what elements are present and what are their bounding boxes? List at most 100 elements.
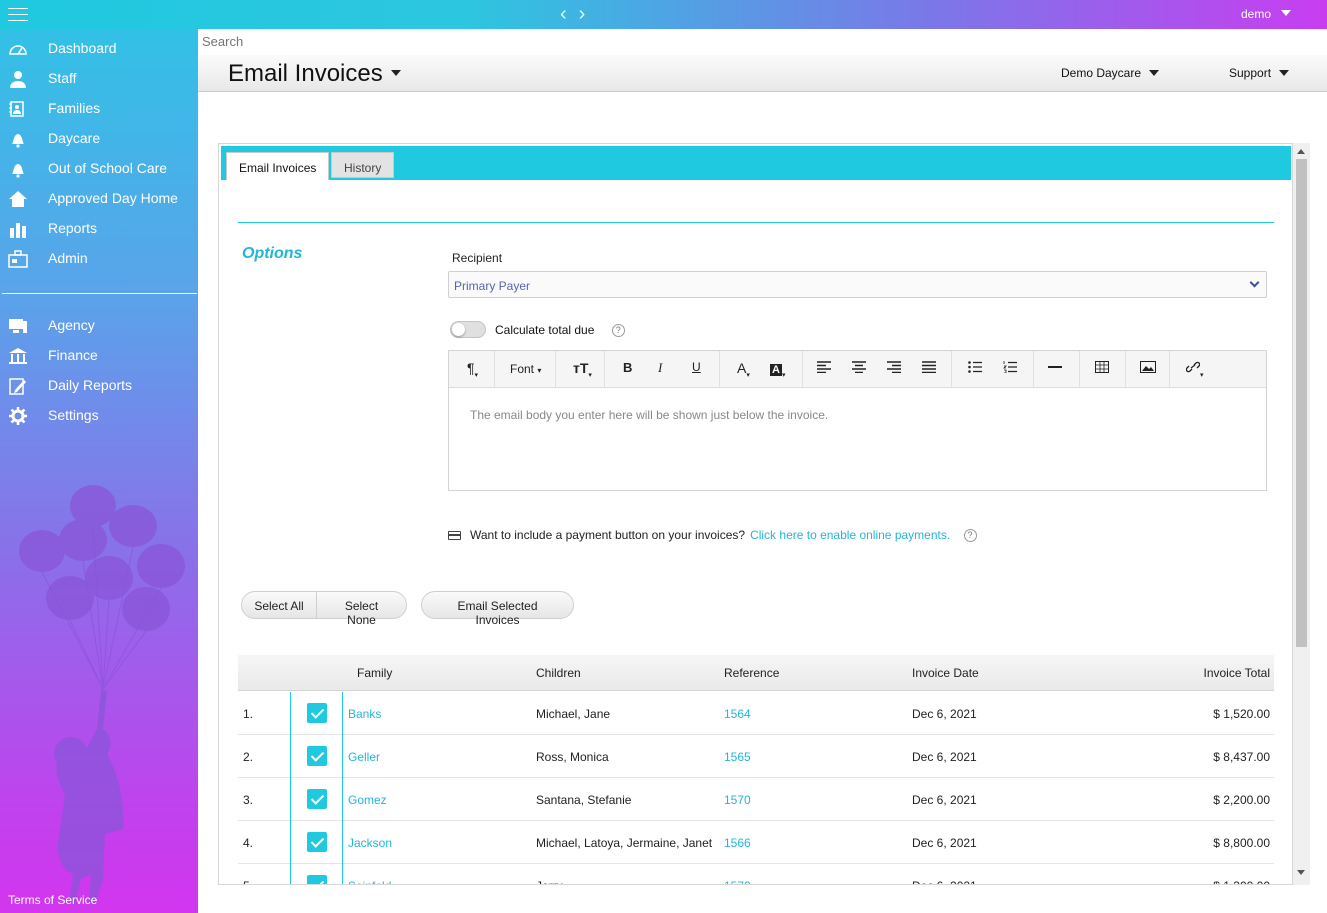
text-color-icon[interactable]: A▾ [737, 360, 750, 379]
help-icon[interactable]: ? [963, 529, 977, 543]
checkbox-cell [290, 735, 343, 778]
row-checkbox[interactable] [307, 832, 327, 852]
sidebar-item-daily-reports[interactable]: Daily Reports [0, 371, 198, 401]
family-link[interactable]: Seinfeld [348, 879, 391, 884]
family-icon [8, 100, 28, 118]
sidebar-item-reports[interactable]: Reports [0, 214, 198, 244]
row-number: 1. [243, 707, 254, 721]
table-icon[interactable] [1095, 360, 1109, 378]
column-header-reference[interactable]: Reference [724, 666, 779, 680]
select-none-button[interactable]: Select None [316, 591, 407, 627]
sidebar-item-out-of-school-care[interactable]: Out of School Care [0, 154, 198, 184]
daycare-menu[interactable]: Demo Daycare [1061, 66, 1160, 80]
invoice-total-cell: $ 8,800.00 [1213, 836, 1270, 850]
page-title-menu[interactable]: Email Invoices [228, 60, 401, 88]
row-checkbox[interactable] [307, 875, 327, 884]
sidebar-item-settings[interactable]: Settings [0, 401, 198, 431]
chevron-left-icon[interactable]: ‹ [560, 3, 579, 25]
scroll-thumb[interactable] [1296, 159, 1307, 647]
image-icon[interactable] [1140, 360, 1156, 378]
help-icon[interactable]: ? [611, 324, 625, 338]
family-link[interactable]: Geller [348, 750, 380, 764]
hamburger-menu-icon[interactable] [8, 8, 28, 21]
section-divider [238, 222, 1274, 223]
align-justify-icon[interactable] [922, 360, 936, 378]
reference-link[interactable]: 1565 [724, 750, 751, 764]
user-name: demo [1241, 7, 1272, 21]
recipient-select[interactable]: Primary Payer [448, 271, 1267, 298]
font-size-icon[interactable]: тT▾ [573, 360, 592, 379]
scroll-up-arrow-icon[interactable] [1297, 149, 1305, 154]
support-menu[interactable]: Support [1229, 66, 1290, 80]
email-selected-invoices-button[interactable]: Email Selected Invoices [421, 591, 574, 627]
italic-icon[interactable]: I [658, 360, 662, 378]
table-row[interactable]: 5. Seinfeld Jerry 1572 Dec 6, 2021 $ 1,300.00 [238, 864, 1274, 884]
reference-link[interactable]: 1572 [724, 879, 751, 884]
reference-link[interactable]: 1564 [724, 707, 751, 721]
edit-icon [8, 377, 28, 395]
editor-placeholder[interactable]: The email body you enter here will be sh… [470, 408, 828, 422]
sidebar-item-finance[interactable]: Finance [0, 341, 198, 371]
column-header-invoice-total[interactable]: Invoice Total [1204, 666, 1271, 680]
table-row[interactable]: 1. Banks Michael, Jane 1564 Dec 6, 2021 $ 1,5… [238, 692, 1274, 735]
sidebar-item-label: Families [48, 100, 101, 116]
column-header-family[interactable]: Family [357, 666, 392, 680]
reference-link[interactable]: 1566 [724, 836, 751, 850]
sidebar-item-daycare[interactable]: Daycare [0, 124, 198, 154]
gauge-icon [8, 40, 28, 58]
user-menu[interactable]: demo [1241, 7, 1292, 21]
checkbox-cell [290, 821, 343, 864]
row-checkbox[interactable] [307, 703, 327, 723]
column-header-invoice-date[interactable]: Invoice Date [912, 666, 979, 680]
table-row[interactable]: 4. Jackson Michael, Latoya, Jermaine, Jane… [238, 821, 1274, 864]
calculate-total-toggle[interactable] [450, 321, 486, 338]
home-icon [8, 190, 28, 208]
sidebar-item-admin[interactable]: Admin [0, 244, 198, 274]
horizontal-rule-icon[interactable] [1048, 360, 1062, 378]
table-row[interactable]: 2. Geller Ross, Monica 1565 Dec 6, 2021 $ 8,4… [238, 735, 1274, 778]
family-link[interactable]: Jackson [348, 836, 392, 850]
highlight-color-icon[interactable]: A ▾ [770, 360, 785, 379]
reference-link[interactable]: 1570 [724, 793, 751, 807]
tab-history[interactable]: History [331, 152, 395, 178]
family-link[interactable]: Banks [348, 707, 381, 721]
row-checkbox[interactable] [307, 789, 327, 809]
toolbar-separator [555, 351, 556, 387]
underline-icon[interactable]: U [692, 360, 701, 378]
bullet-list-icon[interactable] [968, 360, 982, 378]
column-header-children[interactable]: Children [536, 666, 581, 680]
font-dropdown[interactable]: Font ▾ [510, 362, 541, 380]
sidebar-item-label: Out of School Care [48, 160, 168, 176]
sidebar-item-families[interactable]: Families [0, 94, 198, 124]
daycare-menu-label: Demo Daycare [1061, 66, 1142, 80]
sidebar-item-approved-day-home[interactable]: Approved Day Home [0, 184, 198, 214]
font-dropdown-label: Font [510, 362, 535, 376]
caret-down-icon [390, 70, 401, 76]
terms-of-service-link[interactable]: Terms of Service [8, 893, 97, 907]
align-right-icon[interactable] [887, 360, 901, 378]
family-link[interactable]: Gomez [348, 793, 387, 807]
sidebar-item-staff[interactable]: Staff [0, 64, 198, 94]
sidebar-item-label: Admin [48, 250, 88, 266]
recipient-label: Recipient [452, 251, 503, 265]
search-bar [198, 29, 1327, 55]
enable-online-payments-link[interactable]: Click here to enable online payments. [750, 528, 950, 542]
select-all-button[interactable]: Select All [241, 591, 317, 619]
align-left-icon[interactable] [817, 360, 831, 378]
paragraph-style-icon[interactable]: ¶▾ [467, 360, 478, 379]
link-icon[interactable]: ▾ [1185, 360, 1204, 379]
row-checkbox[interactable] [307, 746, 327, 766]
tab-email-invoices[interactable]: Email Invoices [226, 152, 330, 180]
caret-down-icon [1149, 70, 1160, 76]
align-center-icon[interactable] [852, 360, 866, 378]
chevron-right-icon[interactable]: › [579, 3, 598, 25]
invoice-date-cell: Dec 6, 2021 [912, 879, 977, 884]
numbered-list-icon[interactable] [1003, 360, 1017, 378]
vertical-scrollbar[interactable] [1293, 143, 1310, 885]
search-input[interactable] [198, 29, 798, 54]
sidebar-item-agency[interactable]: Agency [0, 311, 198, 341]
scroll-down-arrow-icon[interactable] [1297, 870, 1305, 875]
bold-icon[interactable]: B [623, 360, 632, 378]
table-row[interactable]: 3. Gomez Santana, Stefanie 1570 Dec 6, 2021 $… [238, 778, 1274, 821]
sidebar-item-dashboard[interactable]: Dashboard [0, 34, 198, 64]
